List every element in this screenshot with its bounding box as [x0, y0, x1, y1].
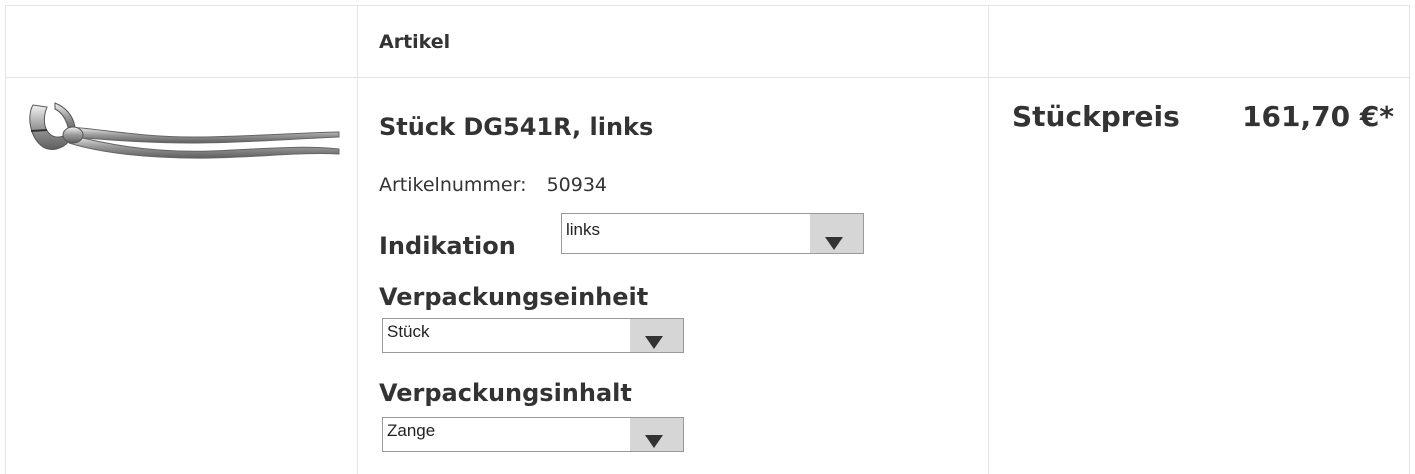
product-title[interactable]: Stück DG541R, links — [379, 113, 653, 141]
verpackungsinhalt-dropdown-button[interactable] — [630, 418, 683, 451]
chevron-down-icon — [645, 336, 663, 349]
article-number-label: Artikelnummer: — [379, 174, 527, 196]
article-number-row: Artikelnummer: 50934 — [379, 174, 607, 196]
verpackungsinhalt-select[interactable]: Zange — [382, 417, 684, 452]
product-image[interactable] — [21, 97, 341, 167]
indikation-selected-value: links — [566, 220, 601, 239]
article-number-value: 50934 — [546, 174, 608, 196]
verpackungsinhalt-label: Verpackungsinhalt — [379, 379, 632, 407]
unit-price: 161,70 €* — [1242, 100, 1394, 133]
indikation-label: Indikation — [379, 232, 516, 260]
chevron-down-icon — [645, 435, 663, 448]
verpackungseinheit-selected-value: Stück — [387, 322, 430, 341]
verpackungseinheit-dropdown-button[interactable] — [630, 319, 683, 352]
indikation-dropdown-button[interactable] — [810, 214, 863, 253]
chevron-down-icon — [825, 237, 843, 250]
indikation-select[interactable]: links — [561, 213, 864, 254]
header-article: Artikel — [379, 31, 451, 53]
cart-table: Artikel Stückpreis Stück DG541R, links A… — [5, 5, 1410, 474]
column-divider — [988, 6, 989, 474]
column-divider — [357, 6, 358, 474]
table-header-row — [6, 6, 1409, 78]
verpackungseinheit-label: Verpackungseinheit — [379, 283, 649, 311]
verpackungsinhalt-selected-value: Zange — [387, 421, 436, 440]
verpackungseinheit-select[interactable]: Stück — [382, 318, 684, 353]
